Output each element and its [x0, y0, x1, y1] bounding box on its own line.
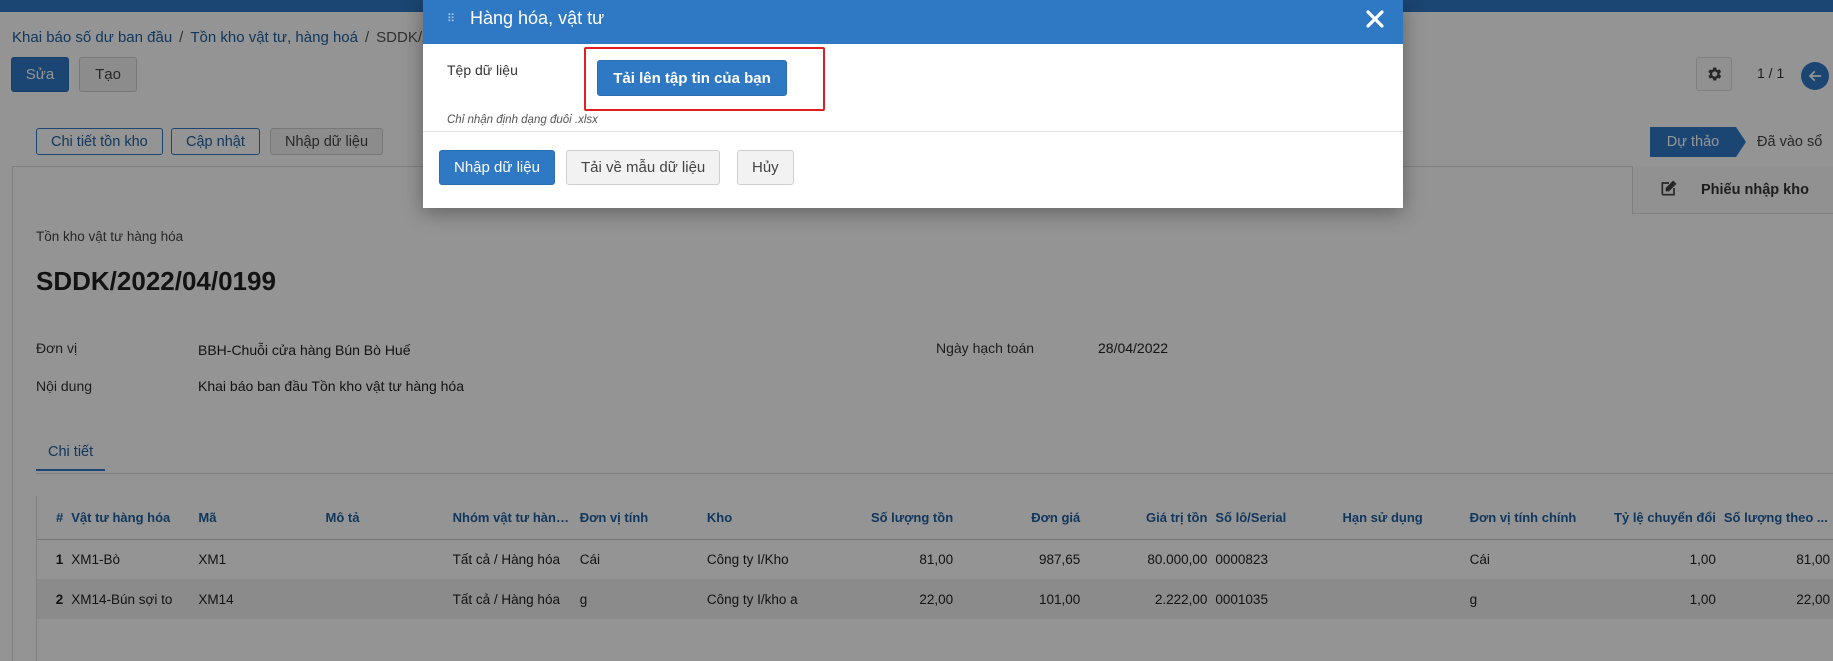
import-button[interactable]: Nhập dữ liệu: [439, 150, 555, 185]
modal-body: Tệp dữ liệu Tải lên tập tin của bạn Chỉ …: [423, 44, 1403, 132]
close-icon: [1366, 10, 1384, 28]
modal-title: Hàng hóa, vật tư: [470, 8, 605, 28]
cancel-button[interactable]: Hủy: [737, 150, 794, 185]
file-label: Tệp dữ liệu: [447, 62, 518, 78]
modal-header: ⠿ Hàng hóa, vật tư: [423, 0, 1403, 44]
close-button[interactable]: [1363, 7, 1387, 31]
import-dialog: ⠿ Hàng hóa, vật tư Tệp dữ liệu Tải lên t…: [423, 0, 1403, 208]
drag-handle-icon: ⠿: [447, 13, 456, 25]
upload-file-button[interactable]: Tải lên tập tin của bạn: [597, 60, 787, 96]
download-template-button[interactable]: Tải về mẫu dữ liệu: [566, 150, 721, 185]
file-format-hint: Chỉ nhận định dạng đuôi .xlsx: [447, 114, 598, 126]
